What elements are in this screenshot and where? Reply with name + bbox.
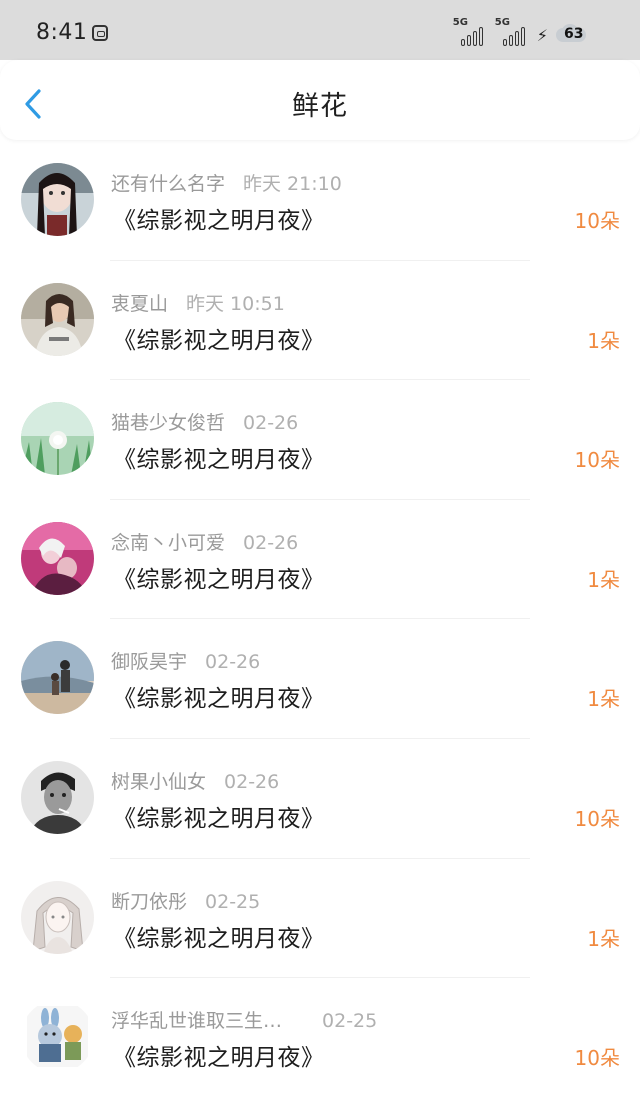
app-notification-icon <box>92 25 108 41</box>
list-item[interactable]: 断刀依彤 02-25 《综影视之明月夜》 1朵 <box>0 859 640 979</box>
avatar[interactable] <box>21 521 94 595</box>
avatar[interactable] <box>21 880 94 954</box>
flower-count: 10朵 <box>574 448 620 473</box>
list-item[interactable]: 衷夏山 昨天 10:51 《综影视之明月夜》 1朵 <box>0 261 640 381</box>
user-name[interactable]: 还有什么名字 <box>111 173 225 195</box>
flower-count: 1朵 <box>587 687 620 712</box>
list-item[interactable]: 还有什么名字 昨天 21:10 《综影视之明月夜》 10朵 <box>0 141 640 261</box>
flower-count: 1朵 <box>587 567 620 592</box>
book-title: 《综影视之明月夜》 <box>113 208 325 234</box>
list-item[interactable]: 念南丶小可爱 02-26 《综影视之明月夜》 1朵 <box>0 500 640 620</box>
flower-count: 10朵 <box>574 806 620 831</box>
flower-gift-list: 还有什么名字 昨天 21:10 《综影视之明月夜》 10朵 衷夏山 昨天 10:51… <box>0 141 640 1098</box>
avatar[interactable] <box>21 641 94 715</box>
timestamp: 02-26 <box>243 412 299 435</box>
user-name[interactable]: 浮华乱世谁取三生… <box>111 1010 282 1032</box>
avatar[interactable] <box>21 1000 94 1074</box>
user-name[interactable]: 御阪昊宇 <box>111 651 187 673</box>
list-item[interactable]: 树果小仙女 02-26 《综影视之明月夜》 10朵 <box>0 739 640 859</box>
charging-icon: ⚡︎ <box>536 26 548 45</box>
flower-count: 1朵 <box>587 328 620 353</box>
timestamp: 02-26 <box>243 531 299 554</box>
avatar[interactable] <box>21 282 94 356</box>
status-indicators: 5G 5G ⚡︎ 63 <box>453 18 604 46</box>
timestamp: 02-25 <box>205 890 261 913</box>
user-name[interactable]: 念南丶小可爱 <box>111 532 225 554</box>
signal-icon: 5G <box>453 18 487 46</box>
book-title: 《综影视之明月夜》 <box>113 447 325 474</box>
user-name[interactable]: 衷夏山 <box>111 293 168 315</box>
flower-count: 10朵 <box>574 1046 620 1071</box>
flower-count: 1朵 <box>587 926 620 951</box>
nav-header: 鲜花 <box>0 60 640 140</box>
timestamp: 昨天 10:51 <box>186 292 285 315</box>
avatar[interactable] <box>21 402 94 476</box>
user-name[interactable]: 猫巷少女俊哲 <box>111 412 225 434</box>
battery-icon: 63 <box>556 24 604 46</box>
book-title: 《综影视之明月夜》 <box>113 327 325 354</box>
page-title: 鲜花 <box>292 91 348 122</box>
status-time: 8:41 <box>36 20 88 45</box>
timestamp: 02-25 <box>322 1010 378 1033</box>
avatar[interactable] <box>21 760 94 834</box>
list-item[interactable]: 猫巷少女俊哲 02-26 《综影视之明月夜》 10朵 <box>0 380 640 500</box>
user-name[interactable]: 树果小仙女 <box>111 771 206 793</box>
flower-count: 10朵 <box>574 209 620 233</box>
book-title: 《综影视之明月夜》 <box>113 566 325 593</box>
user-name[interactable]: 断刀依彤 <box>111 891 187 913</box>
book-title: 《综影视之明月夜》 <box>113 925 325 952</box>
avatar[interactable] <box>21 163 94 236</box>
book-title: 《综影视之明月夜》 <box>113 1045 325 1072</box>
battery-level: 63 <box>564 26 584 42</box>
signal-icon: 5G <box>495 18 529 46</box>
timestamp: 02-26 <box>205 651 261 674</box>
list-item[interactable]: 御阪昊宇 02-26 《综影视之明月夜》 1朵 <box>0 619 640 739</box>
timestamp: 02-26 <box>224 770 280 793</box>
timestamp: 昨天 21:10 <box>243 173 342 195</box>
list-item[interactable]: 浮华乱世谁取三生… 02-25 《综影视之明月夜》 10朵 <box>0 978 640 1098</box>
book-title: 《综影视之明月夜》 <box>113 805 325 832</box>
status-bar: 8:41 5G 5G ⚡︎ 63 <box>0 0 640 60</box>
book-title: 《综影视之明月夜》 <box>113 686 325 713</box>
